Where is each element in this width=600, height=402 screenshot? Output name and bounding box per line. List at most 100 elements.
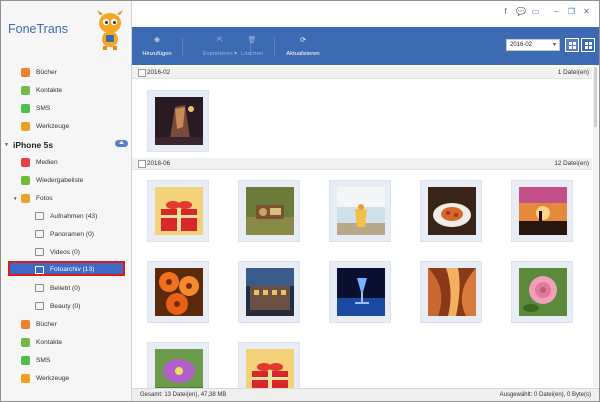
sidebar-item-bücher[interactable]: Bücher xyxy=(1,315,131,333)
expand-triangle-icon[interactable]: ▼ xyxy=(13,196,17,201)
group-count: 12 Datei(en) xyxy=(554,160,589,167)
sidebar-item-werkzeuge[interactable]: Werkzeuge xyxy=(1,117,131,135)
photo-thumbnail[interactable] xyxy=(238,180,300,242)
group-header-2016-02: 2016-02 1 Datei(en) xyxy=(132,67,592,79)
minimize-icon[interactable]: – xyxy=(552,7,561,16)
contacts-icon xyxy=(21,85,30,95)
camera-roll-icon xyxy=(35,212,44,220)
export-icon: ⇱ xyxy=(217,36,223,44)
photo-thumbnail[interactable] xyxy=(147,261,209,323)
sidebar-item-label: Werkzeuge xyxy=(36,374,70,382)
sidebar-item-kontakte[interactable]: Kontakte xyxy=(1,81,131,99)
trash-button[interactable]: 🗑 Löschen xyxy=(232,27,272,65)
sidebar-item-label: Beauty (0) xyxy=(50,302,81,310)
photo-thumbnail[interactable] xyxy=(238,261,300,323)
sidebar-item-wiedergabeliste[interactable]: Wiedergabeliste xyxy=(1,171,131,189)
refresh-button[interactable]: ⟳ Aktualisieren xyxy=(272,27,334,65)
sidebar-item-bücher[interactable]: Bücher xyxy=(1,63,131,81)
group-checkbox[interactable] xyxy=(138,69,146,77)
photo-thumbnail[interactable] xyxy=(147,90,209,152)
status-selected: Ausgewählt: 0 Datei(en), 0 Byte(s) xyxy=(499,392,591,398)
sms-icon xyxy=(21,103,30,113)
sidebar-item-panoramen-0[interactable]: Panoramen (0) xyxy=(1,225,131,243)
group-label: 2018-06 xyxy=(147,160,171,167)
sidebar-item-werkzeuge[interactable]: Werkzeuge xyxy=(1,369,131,387)
night-building-image xyxy=(246,268,294,316)
group-count: 1 Datei(en) xyxy=(557,69,589,76)
toolbar: ⊕ Hinzufügen ⇱ Exportieren ▾ 🗑 Löschen ⟳ Aktual… xyxy=(132,27,599,65)
photo-thumbnail[interactable] xyxy=(511,180,573,242)
app-logo-text: FoneTrans xyxy=(8,22,68,36)
refresh-icon: ⟳ xyxy=(300,36,306,44)
group-checkbox[interactable] xyxy=(138,160,146,168)
feedback-icon[interactable]: ▭ xyxy=(531,7,540,16)
pasta-dish-image xyxy=(428,187,476,235)
grid-large-icon xyxy=(584,41,592,49)
sidebar: FoneTrans Bücher Kontakte SMS Werkzeuge ▼ i… xyxy=(1,1,132,401)
sidebar-item-label: SMS xyxy=(36,104,51,112)
sidebar-item-label: Panoramen (0) xyxy=(50,230,94,238)
device-header[interactable]: ▼ iPhone 5s ⏏ xyxy=(4,138,130,152)
orange-flowers-image xyxy=(155,268,203,316)
chat-icon[interactable]: 💬 xyxy=(516,7,526,16)
group-header-2018-06: 2018-06 12 Datei(en) xyxy=(132,158,592,170)
gift-box-image xyxy=(155,187,203,235)
sidebar-item-label: SMS xyxy=(36,356,51,364)
sidebar-item-label: Kontakte xyxy=(36,338,63,346)
sidebar-item-beliebt-0[interactable]: Beliebt (0) xyxy=(1,279,131,297)
drink-glass-image xyxy=(337,187,385,235)
group-label: 2016-02 xyxy=(147,69,171,76)
tools-icon xyxy=(21,121,30,131)
sidebar-item-videos-0[interactable]: Videos (0) xyxy=(1,243,131,261)
photo-thumbnail[interactable] xyxy=(147,180,209,242)
photo-thumbnail[interactable] xyxy=(329,180,391,242)
beauty-icon xyxy=(35,302,44,310)
device-name: iPhone 5s xyxy=(12,140,54,150)
title-bar: f 💬 ▭ – ❐ ✕ xyxy=(132,1,599,26)
sidebar-item-label: Videos (0) xyxy=(50,248,80,256)
panorama-icon xyxy=(35,230,44,238)
restore-icon[interactable]: ❐ xyxy=(567,7,576,16)
sidebar-item-label: Wiedergabeliste xyxy=(36,176,84,184)
sidebar-item-medien[interactable]: Medien xyxy=(1,153,131,171)
photo-thumbnail[interactable] xyxy=(511,261,573,323)
media-icon xyxy=(21,157,30,167)
trash-icon: 🗑 xyxy=(247,36,257,44)
sidebar-item-beauty-0[interactable]: Beauty (0) xyxy=(1,297,131,315)
photo-thumbnail[interactable] xyxy=(420,261,482,323)
scrollbar[interactable] xyxy=(593,65,598,387)
books-icon xyxy=(21,67,30,77)
eject-icon[interactable]: ⏏ xyxy=(115,140,128,147)
facebook-icon[interactable]: f xyxy=(501,7,510,16)
photo-thumbnail[interactable] xyxy=(420,180,482,242)
sidebar-item-sms[interactable]: SMS xyxy=(1,99,131,117)
sidebar-item-label: Bücher xyxy=(36,68,57,76)
date-filter-select[interactable]: 2016-02 ▼ xyxy=(506,39,560,51)
books-icon xyxy=(21,319,30,329)
grid-view-button[interactable] xyxy=(581,38,595,52)
sunset-silhouette-image xyxy=(519,187,567,235)
list-view-button[interactable] xyxy=(565,38,579,52)
sidebar-item-sms[interactable]: SMS xyxy=(1,351,131,369)
sidebar-item-fotos[interactable]: ▼ Fotos xyxy=(1,189,131,207)
sidebar-item-label: Werkzeuge xyxy=(36,122,70,130)
sidebar-item-label: Fotos xyxy=(36,194,53,202)
toolbar-button-label: Löschen xyxy=(241,50,263,57)
add-button[interactable]: ⊕ Hinzufügen xyxy=(134,27,180,65)
close-icon[interactable]: ✕ xyxy=(582,7,591,16)
sidebar-item-aufnahmen-43[interactable]: Aufnahmen (43) xyxy=(1,207,131,225)
mascot-logo xyxy=(97,10,123,50)
selection-highlight-outline xyxy=(8,261,125,276)
toolbar-button-label: Hinzufügen xyxy=(142,50,172,57)
city-night-building-image xyxy=(155,97,203,145)
sidebar-item-kontakte[interactable]: Kontakte xyxy=(1,333,131,351)
status-bar: Gesamt: 13 Datei(en), 47,38 MB Ausgewähl… xyxy=(132,388,599,401)
toolbar-separator xyxy=(182,38,183,56)
expand-triangle-icon[interactable]: ▼ xyxy=(4,142,9,148)
scrollbar-thumb[interactable] xyxy=(594,67,597,127)
add-icon: ⊕ xyxy=(154,36,160,44)
date-filter-value: 2016-02 xyxy=(510,42,533,48)
photo-thumbnail[interactable] xyxy=(329,261,391,323)
grid-small-icon xyxy=(568,41,576,49)
chevron-down-icon: ▼ xyxy=(552,42,557,48)
